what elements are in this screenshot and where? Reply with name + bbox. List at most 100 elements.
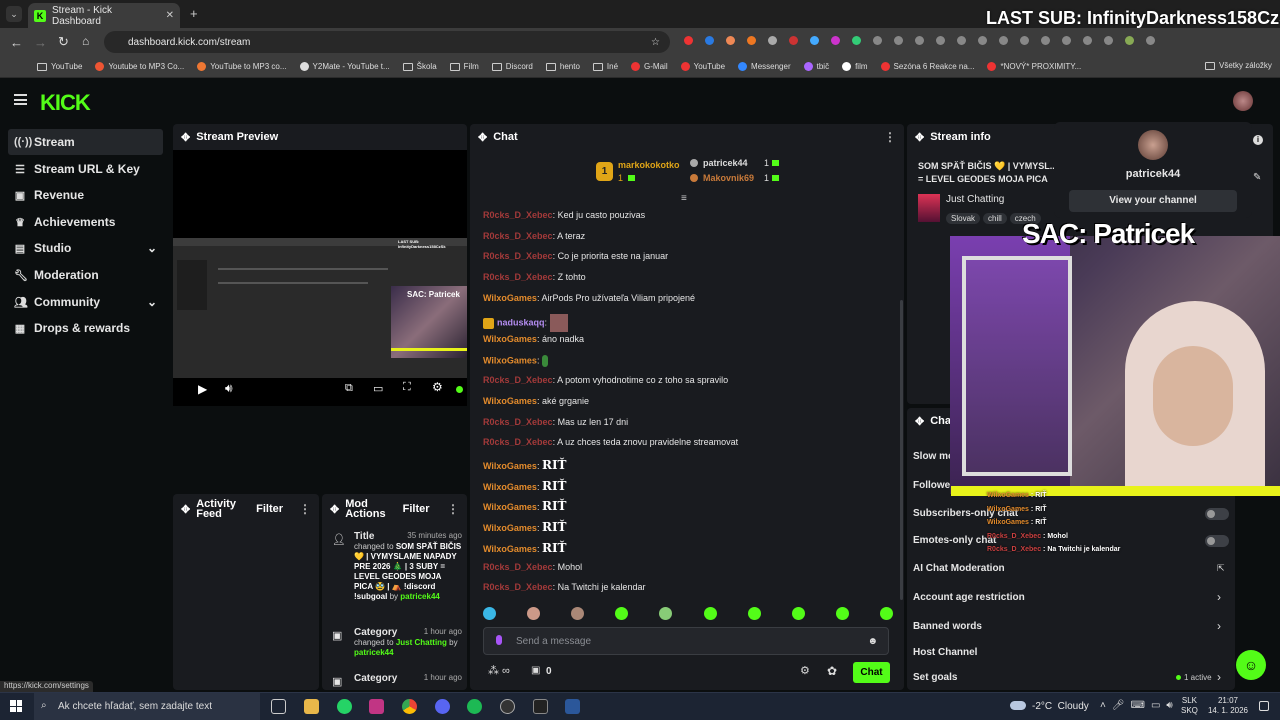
whatsapp-icon[interactable] <box>337 699 352 714</box>
chat-username[interactable]: WilxoGames <box>483 482 537 492</box>
kebab-menu-icon[interactable]: ⋮ <box>884 130 896 144</box>
chevron-right-icon[interactable]: › <box>1217 590 1221 604</box>
emoji-icon[interactable]: ☻ <box>867 636 878 647</box>
obs-icon[interactable] <box>500 699 515 714</box>
sidebar-item-stream-url-key[interactable]: ☰ Stream URL & Key <box>8 156 163 182</box>
kebab-menu-icon[interactable]: ⋮ <box>447 502 459 516</box>
leader-name[interactable]: markokokotko <box>618 160 680 170</box>
bookmark-item[interactable]: hento <box>541 62 585 71</box>
chat-username[interactable]: R0cks_D_Xebec <box>483 251 553 261</box>
language-indicator[interactable]: SLK SKQ <box>1181 696 1198 716</box>
send-chat-button[interactable]: Chat <box>853 662 890 683</box>
mod-action-user[interactable]: patricek44 <box>400 592 440 601</box>
chat-username[interactable]: R0cks_D_Xebec <box>483 437 553 447</box>
move-icon[interactable]: ✥ <box>478 131 487 144</box>
emote-icon[interactable] <box>571 606 585 620</box>
move-icon[interactable]: ✥ <box>330 503 339 516</box>
windows-start-icon[interactable] <box>10 700 22 712</box>
play-icon[interactable]: ▶ <box>198 382 207 396</box>
chrome-icon[interactable] <box>402 699 417 714</box>
filter-button[interactable]: Filter <box>403 503 430 515</box>
emote-icon[interactable] <box>659 606 673 620</box>
all-bookmarks[interactable]: Všetky záložky <box>1200 61 1277 70</box>
spotify-icon[interactable] <box>467 699 482 714</box>
epic-games-icon[interactable] <box>533 699 548 714</box>
bookmark-item[interactable]: YouTube <box>676 62 730 71</box>
home-icon[interactable]: ⌂ <box>82 34 89 48</box>
bookmark-item[interactable]: tbič <box>799 62 834 71</box>
chevron-right-icon[interactable]: › <box>1217 670 1221 684</box>
external-link-icon[interactable]: ⇱ <box>1217 563 1225 574</box>
bookmark-item[interactable]: Iné <box>588 62 623 71</box>
chat-username[interactable]: WilxoGames <box>483 334 537 344</box>
pinned-toggle-icon[interactable]: ≡ <box>681 193 687 204</box>
sidebar-item-drops-rewards[interactable]: ▦ Drops & rewards <box>8 315 163 341</box>
setting-set-goals[interactable]: Set goals <box>913 672 957 683</box>
instagram-icon[interactable] <box>369 699 384 714</box>
emote-icon[interactable] <box>791 606 805 620</box>
preview-video[interactable]: LAST SUB: InfinityDarkness158CzSk SAC: P… <box>173 150 467 406</box>
bookmark-item[interactable]: YouTube <box>32 62 87 71</box>
leader-name[interactable]: Makovnik69 <box>703 173 754 183</box>
bookmark-item[interactable]: Škola <box>398 62 442 71</box>
extensions-icons[interactable] <box>684 36 1264 48</box>
sidebar-item-studio[interactable]: ▤ Studio ⌄ <box>8 235 163 261</box>
sidebar-item-moderation[interactable]: 🔧︎ Moderation <box>8 262 163 288</box>
chat-username[interactable]: R0cks_D_Xebec <box>483 417 553 427</box>
chat-username[interactable]: WilxoGames <box>483 293 537 303</box>
task-view-icon[interactable] <box>271 699 286 714</box>
emote-icon[interactable] <box>703 606 717 620</box>
taskbar-search[interactable]: ⌕ Ak chcete hľadať, sem zadajte text <box>34 693 260 720</box>
bookmark-item[interactable]: film <box>837 62 872 71</box>
setting-banned-words[interactable]: Banned words <box>913 621 982 632</box>
chat-username[interactable]: R0cks_D_Xebec <box>483 272 553 282</box>
file-explorer-icon[interactable] <box>304 699 319 714</box>
setting-slow-mode[interactable]: Slow mo <box>913 451 954 462</box>
user-avatar[interactable] <box>1233 91 1253 111</box>
move-icon[interactable]: ✥ <box>181 503 190 516</box>
bookmark-item[interactable]: Y2Mate - YouTube t... <box>295 62 395 71</box>
setting-ai-moderation[interactable]: AI Chat Moderation <box>913 563 1005 574</box>
setting-emotes-only[interactable]: Emotes-only chat <box>913 535 996 546</box>
weather-text[interactable]: -2°C Cloudy <box>1032 701 1089 712</box>
fullscreen-icon[interactable]: ⛶ <box>403 381 411 394</box>
kick-logo[interactable]: KICK <box>40 90 91 116</box>
clock[interactable]: 21:07 14. 1. 2026 <box>1204 696 1252 716</box>
bookmark-item[interactable]: *NOVÝ* PROXIMITY... <box>982 62 1086 71</box>
chat-username[interactable]: R0cks_D_Xebec <box>483 562 553 572</box>
chat-username[interactable]: WilxoGames <box>483 544 537 554</box>
word-icon[interactable] <box>565 699 580 714</box>
bookmark-item[interactable]: Film <box>445 62 484 71</box>
bookmark-item[interactable]: YouTube to MP3 co... <box>192 62 291 71</box>
chat-username[interactable]: R0cks_D_Xebec <box>483 375 553 385</box>
chat-username[interactable]: WilxoGames <box>483 502 537 512</box>
chat-username[interactable]: WilxoGames <box>483 355 537 365</box>
category-name[interactable]: Just Chatting <box>946 194 1004 205</box>
setting-account-age[interactable]: Account age restriction <box>913 592 1025 603</box>
tab-menu-icon[interactable]: ⌄ <box>6 6 22 22</box>
emote-icon[interactable] <box>879 606 893 620</box>
reload-icon[interactable]: ↻ <box>58 34 69 50</box>
chat-username[interactable]: R0cks_D_Xebec <box>483 210 553 220</box>
hamburger-menu-icon[interactable] <box>14 94 27 105</box>
forward-icon[interactable]: → <box>34 35 47 50</box>
sidebar-item-community[interactable]: 👥︎ Community ⌄ <box>8 289 163 315</box>
new-tab-icon[interactable]: + <box>190 6 198 21</box>
chat-scrollbar[interactable] <box>900 300 903 600</box>
bookmark-item[interactable]: Sezóna 6 Reakce na... <box>876 62 980 71</box>
emotes-only-toggle[interactable] <box>1205 535 1229 547</box>
infinity-icon[interactable]: ⁂ ∞ <box>488 664 510 677</box>
bookmark-item[interactable]: Youtube to MP3 Co... <box>90 62 189 71</box>
view-channel-button[interactable]: View your channel <box>1069 190 1237 212</box>
bookmark-item[interactable]: Discord <box>487 62 538 71</box>
filter-button[interactable]: Filter <box>256 503 283 515</box>
close-tab-icon[interactable]: ✕ <box>166 10 174 21</box>
leader-name[interactable]: patricek44 <box>703 158 748 168</box>
emote-icon[interactable] <box>747 606 761 620</box>
sidebar-item-achievements[interactable]: ♛ Achievements <box>8 209 163 235</box>
chat-username[interactable]: WilxoGames <box>483 523 537 533</box>
edit-icon[interactable]: ✎ <box>1253 172 1261 183</box>
chevron-right-icon[interactable]: › <box>1217 619 1221 633</box>
back-icon[interactable]: ← <box>10 35 23 50</box>
subscribers-only-toggle[interactable] <box>1205 508 1229 520</box>
